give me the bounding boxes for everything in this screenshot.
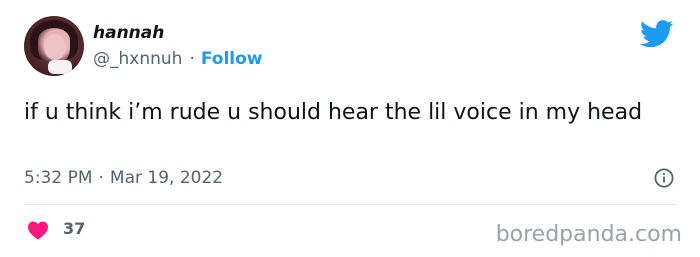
author-name[interactable]: hannah: [93, 23, 164, 43]
twitter-bird-icon[interactable]: [640, 20, 674, 48]
tweet-time[interactable]: 5:32 PM: [24, 168, 93, 188]
info-icon[interactable]: [654, 168, 674, 188]
avatar-face: [44, 34, 66, 60]
author-handle-row: @_hxnnuh · Follow: [93, 49, 263, 69]
follow-button[interactable]: Follow: [201, 49, 263, 69]
avatar-item: [48, 60, 72, 74]
author-handle[interactable]: @_hxnnuh: [93, 49, 182, 69]
avatar[interactable]: [24, 16, 84, 76]
meta-separator: ·: [98, 168, 104, 188]
handle-separator: ·: [189, 49, 195, 69]
source-watermark: boredpanda.com: [495, 222, 682, 247]
like-count[interactable]: 37: [63, 219, 85, 238]
tweet-meta: 5:32 PM · Mar 19, 2022: [24, 168, 223, 188]
heart-icon[interactable]: [27, 220, 49, 240]
divider: [24, 204, 676, 205]
tweet-date[interactable]: Mar 19, 2022: [110, 168, 223, 188]
tweet-text: if u think i’m rude u should hear the li…: [24, 100, 643, 125]
